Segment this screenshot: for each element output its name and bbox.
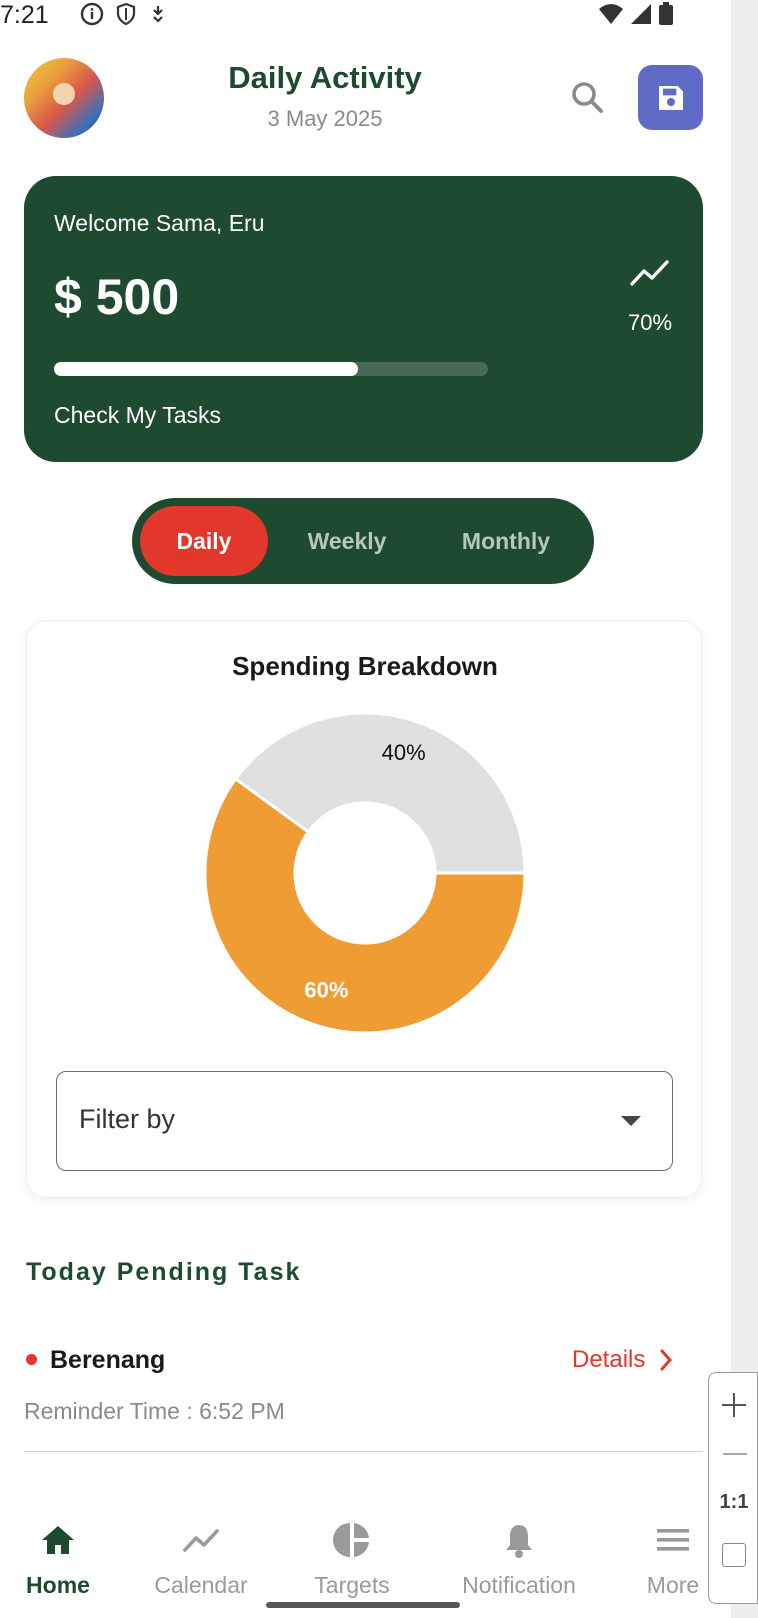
caret-down-icon (621, 1116, 641, 1126)
page-title: Daily Activity (228, 60, 422, 95)
zoom-out-icon[interactable] (723, 1453, 747, 1455)
zoom-controls: 1:1 (708, 1372, 758, 1604)
search-icon (572, 82, 603, 113)
period-tabs: Daily Weekly Monthly (132, 498, 594, 584)
home-icon (42, 1526, 74, 1554)
details-link[interactable]: Details (572, 1346, 673, 1374)
donut-label-0: 40% (382, 740, 426, 765)
zoom-ratio[interactable]: 1:1 (709, 1491, 758, 1514)
trend-up-icon (630, 260, 669, 286)
fit-screen-icon[interactable] (722, 1543, 746, 1567)
trend-icon (183, 1529, 219, 1552)
nav-notification[interactable]: Notification (449, 1520, 589, 1599)
status-icons-right (598, 2, 674, 26)
spending-card: Spending Breakdown 40% 60% Filter by (26, 620, 702, 1198)
cell-signal-icon (631, 4, 651, 24)
app-screen: 7:21 Daily Activity 3 May 2025 Welcome S… (0, 0, 731, 1618)
info-icon (80, 2, 104, 26)
pie-chart-icon (333, 1523, 369, 1557)
details-label: Details (572, 1346, 646, 1373)
trend-percent: 70% (627, 310, 673, 335)
donut-label-1: 60% (304, 978, 348, 1003)
nav-targets[interactable]: Targets (282, 1520, 422, 1599)
bell-icon (506, 1525, 532, 1558)
zoom-in-icon[interactable] (709, 1385, 758, 1425)
chart-title: Spending Breakdown (232, 651, 498, 681)
wifi-icon (599, 4, 623, 24)
battery-icon (659, 2, 673, 25)
nav-calendar-label: Calendar (154, 1572, 248, 1598)
balance-amount: $ 500 (54, 269, 180, 325)
save-button[interactable] (638, 65, 703, 130)
task-name: Berenang (50, 1346, 166, 1374)
status-dot-icon (26, 1354, 37, 1365)
save-icon (658, 85, 683, 110)
nav-home[interactable]: Home (0, 1520, 128, 1599)
status-bar: 7:21 (0, 0, 731, 32)
status-time: 7:21 (0, 1, 49, 29)
check-tasks-link[interactable]: Check My Tasks (54, 402, 221, 429)
chevron-right-icon (660, 1349, 673, 1371)
data-saver-icon (153, 6, 163, 23)
task-reminder: Reminder Time : 6:52 PM (24, 1398, 285, 1424)
tab-monthly[interactable]: Monthly (424, 506, 588, 576)
filter-dropdown[interactable]: Filter by (56, 1071, 673, 1171)
tab-weekly[interactable]: Weekly (272, 506, 422, 576)
nav-calendar[interactable]: Calendar (131, 1520, 271, 1599)
task-row[interactable]: Berenang Reminder Time : 6:52 PM Details (24, 1330, 703, 1452)
shield-icon (116, 2, 136, 26)
nav-notification-label: Notification (462, 1572, 576, 1598)
nav-home-label: Home (26, 1572, 90, 1598)
menu-icon (657, 1529, 689, 1551)
tab-daily[interactable]: Daily (140, 506, 268, 576)
nav-targets-label: Targets (314, 1572, 390, 1598)
home-indicator (266, 1602, 460, 1608)
progress-fill (54, 362, 358, 376)
progress-bar (54, 362, 488, 376)
section-title: Today Pending Task (26, 1258, 302, 1286)
welcome-text: Welcome Sama, Eru (54, 210, 265, 236)
filter-label: Filter by (79, 1104, 176, 1134)
balance-card: Welcome Sama, Eru $ 500 70% Check My Tas… (24, 176, 703, 462)
status-icons-left (80, 2, 168, 26)
donut-chart: 40% 60% (203, 711, 527, 1035)
page-date: 3 May 2025 (267, 106, 383, 131)
search-button[interactable] (568, 78, 608, 118)
